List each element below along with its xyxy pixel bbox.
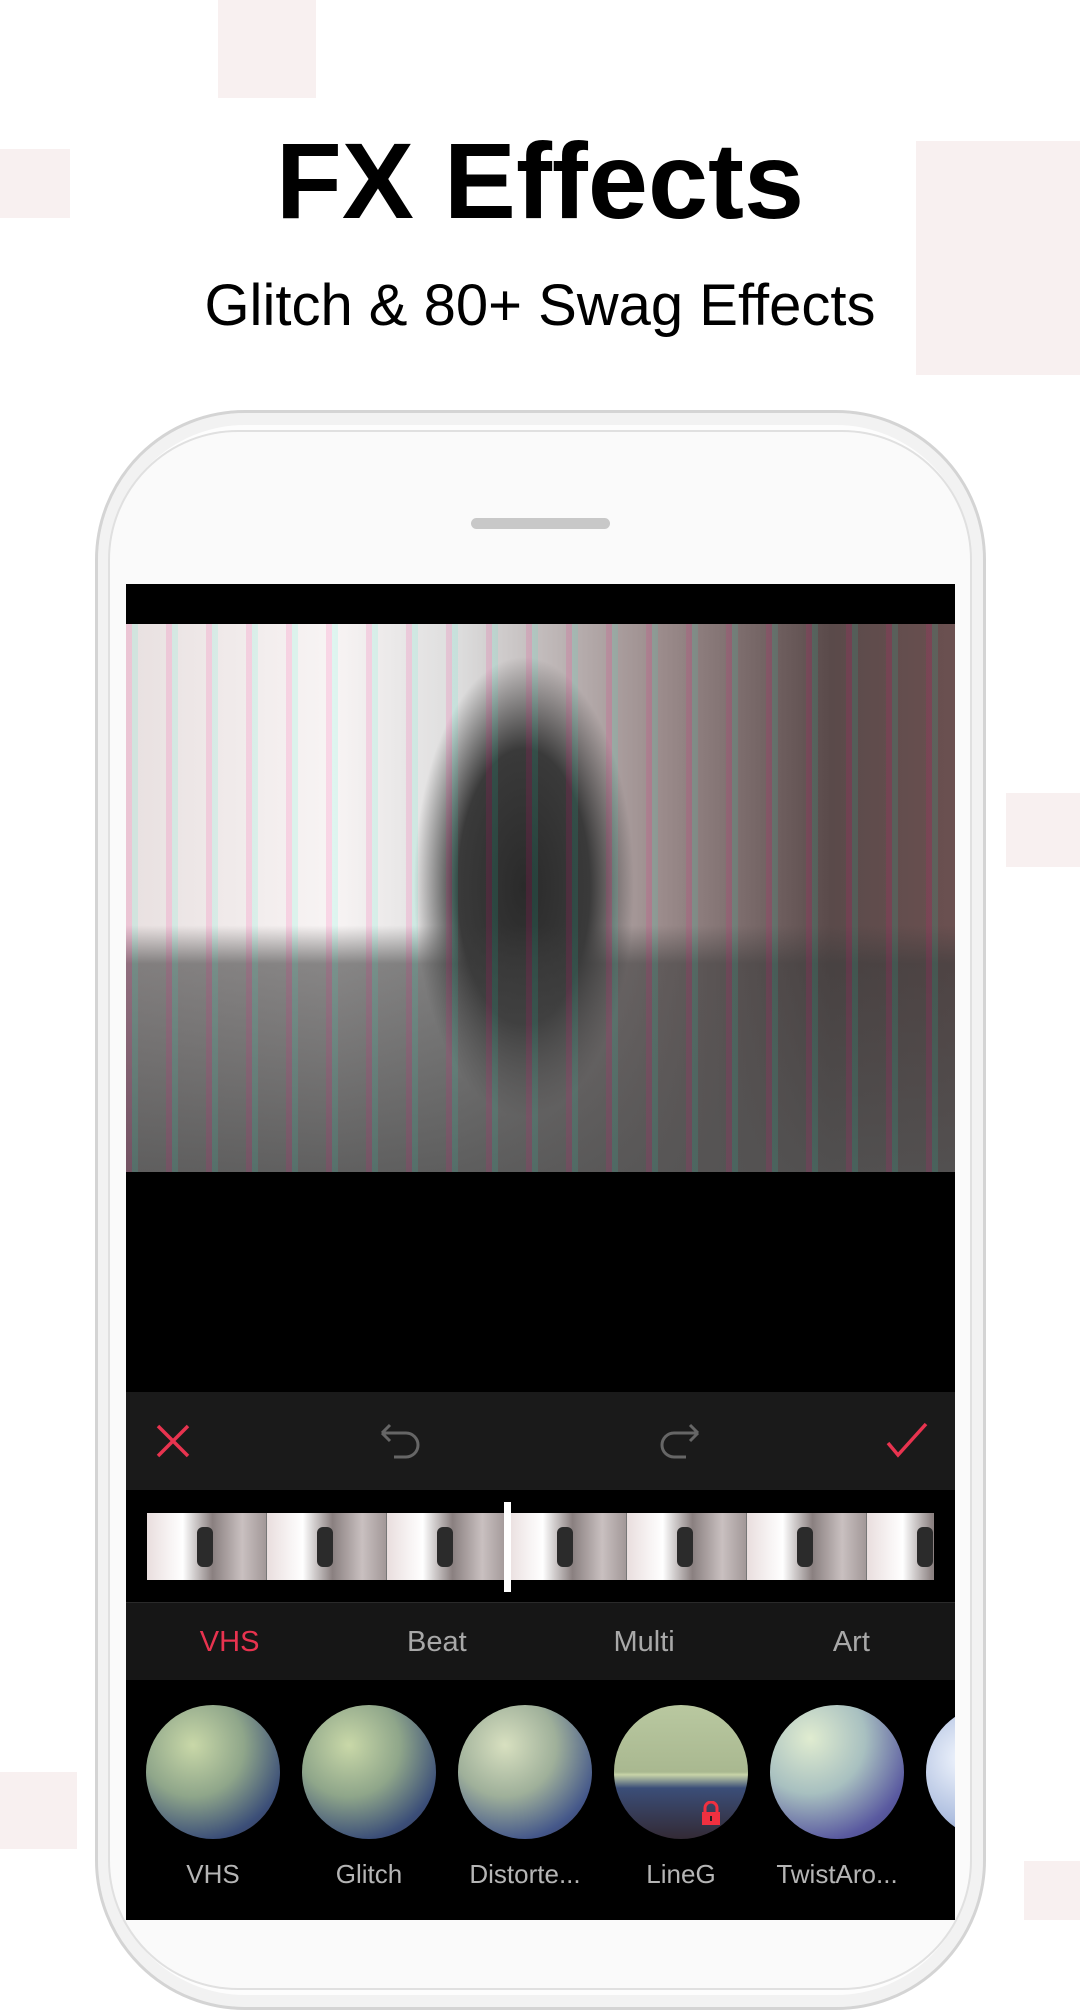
thumbnail (747, 1513, 867, 1580)
timeline[interactable] (126, 1490, 955, 1602)
thumbnail (387, 1513, 507, 1580)
effect-item-distorted[interactable]: Distorte... (458, 1705, 592, 1890)
decor-square (1006, 793, 1080, 867)
tab-vhs[interactable]: VHS (126, 1603, 333, 1680)
effect-thumbnail (302, 1705, 436, 1839)
lock-icon (702, 1801, 720, 1825)
effect-label: LineG (646, 1859, 716, 1889)
thumbnail (267, 1513, 387, 1580)
decor-square (0, 1772, 77, 1849)
effect-item-vhs[interactable]: VHS (146, 1705, 280, 1890)
check-icon (886, 1422, 928, 1458)
app-screen: VHS Beat Multi Art VHS Glitch Distorte..… (126, 584, 955, 1920)
effects-list: VHS Glitch Distorte... LineG TwistAro...… (126, 1680, 955, 1920)
video-preview[interactable] (126, 624, 955, 1172)
effect-item-glitch[interactable]: Glitch (302, 1705, 436, 1890)
tab-multi[interactable]: Multi (541, 1603, 748, 1680)
tab-beat[interactable]: Beat (333, 1603, 540, 1680)
effect-item-lineg[interactable]: LineG (614, 1705, 748, 1890)
cancel-button[interactable] (148, 1416, 198, 1466)
redo-icon (660, 1423, 700, 1459)
decor-square (218, 0, 316, 98)
phone-speaker (471, 518, 610, 529)
effect-label: Glitch (335, 1859, 403, 1889)
page-subtitle: Glitch & 80+ Swag Effects (204, 273, 876, 338)
editor-toolbar (126, 1392, 955, 1490)
timeline-thumbnails (147, 1513, 934, 1580)
confirm-button[interactable] (882, 1416, 932, 1466)
effect-thumbnail (926, 1705, 955, 1839)
effect-thumbnail (614, 1705, 748, 1839)
effect-thumbnail (458, 1705, 592, 1839)
effect-thumbnail (146, 1705, 280, 1839)
redo-button[interactable] (654, 1416, 704, 1466)
tab-art[interactable]: Art (748, 1603, 955, 1680)
effect-item-b[interactable]: B (926, 1705, 955, 1890)
effect-label: TwistAro... (776, 1859, 898, 1889)
undo-icon (380, 1423, 420, 1459)
effect-label: B (926, 1859, 955, 1890)
thumbnail (507, 1513, 627, 1580)
effect-category-tabs: VHS Beat Multi Art (126, 1602, 955, 1680)
effect-item-twistaround[interactable]: TwistAro... (770, 1705, 904, 1890)
thumbnail (147, 1513, 267, 1580)
close-icon (156, 1424, 190, 1458)
effect-label: VHS (186, 1859, 240, 1889)
decor-square (1024, 1861, 1080, 1920)
playhead-handle[interactable] (504, 1502, 511, 1592)
page-title: FX Effects (275, 120, 805, 241)
undo-button[interactable] (376, 1416, 426, 1466)
thumbnail (627, 1513, 747, 1580)
thumbnail (867, 1513, 934, 1580)
effect-thumbnail (770, 1705, 904, 1839)
effect-label: Distorte... (469, 1859, 581, 1889)
